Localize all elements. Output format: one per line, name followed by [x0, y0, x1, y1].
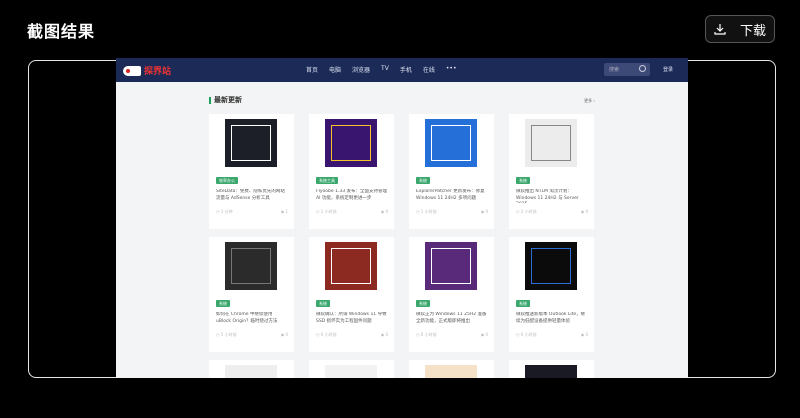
article-meta: 1 小时前 0 [416, 209, 488, 215]
article-card[interactable]: 系统微软推出 NTLM 淘汰计划：Windows 11 24H2 与 Serve… [509, 114, 594, 229]
menu-item-pc[interactable]: 电脑 [329, 65, 341, 74]
article-card[interactable]: 系统工具 Flyoobe 1.33 发布：全面支持管理 AI 功能，系统定制更进一… [309, 114, 394, 229]
article-views: 1 [281, 209, 288, 215]
article-views: 0 [481, 209, 488, 215]
article-card[interactable] [309, 360, 394, 378]
article-title[interactable]: SiteData：免费、隐私优先的网站流量与 AdSense 分析工具 [216, 189, 288, 203]
article-card[interactable]: 系统如何在 Chrome 中继续使用 uBlock Origin？临时绕过方法 5… [209, 237, 294, 352]
article-thumbnail[interactable] [225, 242, 277, 290]
article-views: 0 [581, 332, 588, 338]
menu-item-browser[interactable]: 浏览器 [352, 65, 370, 74]
article-views: 0 [381, 209, 388, 215]
article-card[interactable]: 系统微软推送新版本 Outlook Lite，继续为低配设备提供轻量体验 6 小时… [509, 237, 594, 352]
site-menu: 首页 电脑 浏览器 TV 手机 在线 ••• [306, 65, 456, 74]
article-title[interactable]: ExplorerPatcher 更新发布：修复 Windows 11 24H2 … [416, 189, 488, 203]
download-button[interactable]: 下载 [705, 15, 775, 43]
article-meta: 6 小时前 0 [316, 332, 388, 338]
article-thumbnail[interactable] [325, 365, 377, 378]
menu-item-home[interactable]: 首页 [306, 65, 318, 74]
article-card[interactable] [409, 360, 494, 378]
category-tag[interactable]: 效率办公 [216, 177, 238, 184]
article-thumbnail[interactable] [525, 242, 577, 290]
article-date: 6 小时前 [516, 332, 537, 338]
article-title[interactable]: 微软确认：所谓 Windows 11 导致 SSD 损坏实为工程固件问题 [316, 312, 388, 326]
logo-mark-icon [123, 65, 141, 76]
more-link[interactable]: 更多 › [584, 98, 595, 104]
category-tag[interactable]: 系统 [516, 177, 530, 184]
menu-item-mobile[interactable]: 手机 [400, 65, 412, 74]
menu-item-online[interactable]: 在线 [423, 65, 435, 74]
search-placeholder: 搜索 [609, 67, 620, 73]
article-thumbnail[interactable] [325, 242, 377, 290]
article-views: 0 [281, 332, 288, 338]
article-date: 6 小时前 [416, 332, 437, 338]
category-tag[interactable]: 系统 [416, 177, 430, 184]
article-grid: 效率办公 SiteData：免费、隐私优先的网站流量与 AdSense 分析工具 3… [209, 114, 594, 378]
article-thumbnail[interactable] [425, 365, 477, 378]
article-thumbnail[interactable] [225, 365, 277, 378]
download-label: 下载 [739, 23, 766, 39]
article-date: 5 小时前 [216, 332, 237, 338]
screenshot-preview: 探界站 首页 电脑 浏览器 TV 手机 在线 ••• 搜索 登录 最新更新 更多… [116, 58, 688, 378]
article-thumbnail[interactable] [425, 119, 477, 167]
search-icon[interactable] [639, 65, 646, 72]
article-thumbnail[interactable] [325, 119, 377, 167]
logo-text: 探界站 [144, 67, 172, 77]
article-thumbnail[interactable] [225, 119, 277, 167]
article-title[interactable]: 微软正为 Windows 11 25H2 准备全新功能，正式版即将推出 [416, 312, 488, 326]
article-meta: 2 小时前 0 [516, 209, 588, 215]
article-title[interactable]: 微软推送新版本 Outlook Lite，继续为低配设备提供轻量体验 [516, 312, 588, 326]
category-tag[interactable]: 系统工具 [316, 177, 338, 184]
article-meta: 3 分钟 1 [216, 209, 288, 215]
article-card[interactable]: 系统微软确认：所谓 Windows 11 导致 SSD 损坏实为工程固件问题 6 … [309, 237, 394, 352]
article-views: 0 [581, 209, 588, 215]
article-card[interactable]: 系统 ExplorerPatcher 更新发布：修复 Windows 11 24H… [409, 114, 494, 229]
category-tag[interactable]: 系统 [316, 300, 330, 307]
article-meta: 6 小时前 0 [516, 332, 588, 338]
article-date: 3 分钟 [216, 209, 233, 215]
article-meta: 6 小时前 0 [416, 332, 488, 338]
site-navbar: 探界站 首页 电脑 浏览器 TV 手机 在线 ••• 搜索 登录 [116, 58, 688, 82]
login-link[interactable]: 登录 [663, 66, 673, 73]
download-icon [714, 24, 726, 35]
article-views: 0 [481, 332, 488, 338]
article-card[interactable] [209, 360, 294, 378]
article-date: 1 小时前 [416, 209, 437, 215]
menu-item-tv[interactable]: TV [381, 65, 389, 74]
article-title[interactable]: 如何在 Chrome 中继续使用 uBlock Origin？临时绕过方法 [216, 312, 288, 326]
article-title[interactable]: 微软推出 NTLM 淘汰计划：Windows 11 24H2 与 Server … [516, 189, 588, 203]
article-thumbnail[interactable] [525, 365, 577, 378]
menu-more[interactable]: ••• [446, 65, 457, 74]
category-tag[interactable]: 系统 [516, 300, 530, 307]
article-title[interactable]: Flyoobe 1.33 发布：全面支持管理 AI 功能，系统定制更进一步 [316, 189, 388, 203]
article-thumbnail[interactable] [425, 242, 477, 290]
article-card[interactable]: 效率办公 SiteData：免费、隐私优先的网站流量与 AdSense 分析工具 3… [209, 114, 294, 229]
article-date: 2 小时前 [516, 209, 537, 215]
article-meta: 5 小时前 0 [216, 332, 288, 338]
article-card[interactable] [509, 360, 594, 378]
article-views: 0 [381, 332, 388, 338]
article-card[interactable]: 系统微软正为 Windows 11 25H2 准备全新功能，正式版即将推出 6 小… [409, 237, 494, 352]
category-tag[interactable]: 系统 [416, 300, 430, 307]
site-search-input[interactable]: 搜索 [604, 63, 650, 76]
article-meta: 1 小时前 0 [316, 209, 388, 215]
category-tag[interactable]: 系统 [216, 300, 230, 307]
article-date: 6 小时前 [316, 332, 337, 338]
site-logo[interactable]: 探界站 [123, 64, 171, 77]
article-date: 1 小时前 [316, 209, 337, 215]
page-title: 截图结果 [27, 22, 96, 41]
article-thumbnail[interactable] [525, 119, 577, 167]
section-header: 最新更新 更多 › [209, 97, 595, 104]
section-title: 最新更新 [209, 97, 242, 104]
